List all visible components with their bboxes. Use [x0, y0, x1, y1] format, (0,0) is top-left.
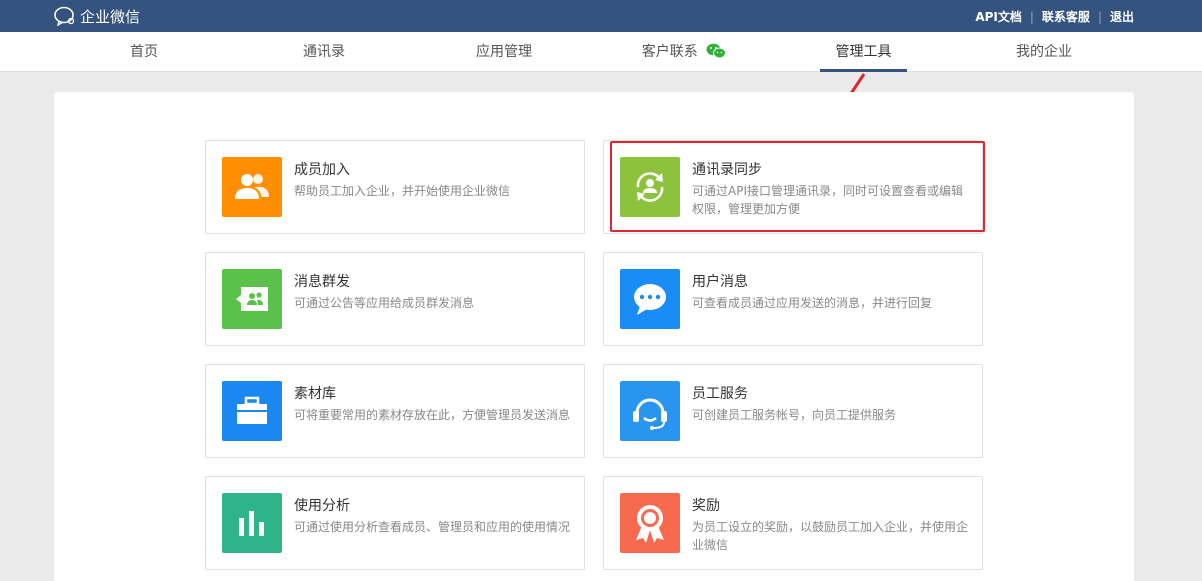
tool-title: 消息群发 [294, 274, 350, 290]
tab-app-management[interactable]: 应用管理 [466, 32, 542, 72]
logo[interactable]: 企业微信 [54, 6, 140, 26]
tool-desc: 可查看成员通过应用发送的消息，并进行回复 [692, 296, 933, 310]
tool-card-rewards[interactable]: 奖励 为员工设立的奖励，以鼓励员工加入企业，并使用企业微信 [603, 476, 983, 570]
tool-title: 使用分析 [294, 498, 350, 514]
chat-bubble-icon [620, 269, 680, 329]
tool-desc: 可创建员工服务帐号，向员工提供服务 [692, 408, 897, 422]
broadcast-message-icon [222, 269, 282, 329]
logout-link[interactable]: 退出 [1110, 8, 1134, 25]
link-separator: | [1029, 9, 1034, 24]
tool-desc: 帮助员工加入企业，并开始使用企业微信 [294, 184, 511, 198]
top-bar: 企业微信 API文档 | 联系客服 | 退出 [0, 0, 1202, 32]
top-links: API文档 | 联系客服 | 退出 [975, 8, 1134, 25]
tool-desc: 为员工设立的奖励，以鼓励员工加入企业，并使用企业微信 [692, 520, 969, 552]
logo-text: 企业微信 [80, 7, 141, 26]
tool-title: 奖励 [692, 498, 720, 514]
tool-card-broadcast[interactable]: 消息群发 可通过公告等应用给成员群发消息 [205, 252, 585, 346]
main-nav: 首页 通讯录 应用管理 客户联系 管理工具 我的企业 [0, 32, 1202, 72]
wechat-icon [706, 43, 727, 58]
wework-logo-icon [54, 6, 75, 26]
tool-desc: 可通过使用分析查看成员、管理员和应用的使用情况 [294, 520, 571, 534]
tool-desc: 可通过公告等应用给成员群发消息 [294, 296, 475, 310]
tab-home[interactable]: 首页 [116, 32, 172, 72]
members-join-icon [222, 157, 282, 217]
tool-card-user-messages[interactable]: 用户消息 可查看成员通过应用发送的消息，并进行回复 [603, 252, 983, 346]
tool-title: 用户消息 [692, 274, 748, 290]
link-separator: | [1097, 9, 1102, 24]
tool-title: 员工服务 [692, 386, 748, 402]
tool-title: 成员加入 [294, 162, 350, 178]
tool-desc: 可将重要常用的素材存放在此，方便管理员发送消息 [294, 408, 571, 422]
tab-my-enterprise[interactable]: 我的企业 [1006, 32, 1082, 72]
tool-card-employee-service[interactable]: 员工服务 可创建员工服务帐号，向员工提供服务 [603, 364, 983, 458]
tool-card-contacts-sync[interactable]: 通讯录同步 可通过API接口管理通讯录，同时可设置查看或编辑权限，管理更加方便 [603, 140, 983, 234]
tab-management-tools[interactable]: 管理工具 [820, 32, 907, 72]
api-docs-link[interactable]: API文档 [975, 8, 1022, 25]
bar-chart-icon [222, 493, 282, 553]
contacts-sync-icon [620, 157, 680, 217]
tool-title: 通讯录同步 [692, 162, 762, 178]
tab-contacts[interactable]: 通讯录 [288, 32, 360, 72]
tab-customer-contact[interactable]: 客户联系 [638, 32, 730, 72]
contact-support-link[interactable]: 联系客服 [1042, 8, 1090, 25]
tab-customer-contact-label: 客户联系 [641, 44, 698, 60]
briefcase-icon [222, 381, 282, 441]
tool-card-usage-analysis[interactable]: 使用分析 可通过使用分析查看成员、管理员和应用的使用情况 [205, 476, 585, 570]
tool-title: 素材库 [294, 386, 336, 402]
tool-card-member-join[interactable]: 成员加入 帮助员工加入企业，并开始使用企业微信 [205, 140, 585, 234]
award-icon [620, 493, 680, 553]
tool-card-material-library[interactable]: 素材库 可将重要常用的素材存放在此，方便管理员发送消息 [205, 364, 585, 458]
tool-desc: 可通过API接口管理通讯录，同时可设置查看或编辑权限，管理更加方便 [692, 184, 963, 216]
headset-icon [620, 381, 680, 441]
